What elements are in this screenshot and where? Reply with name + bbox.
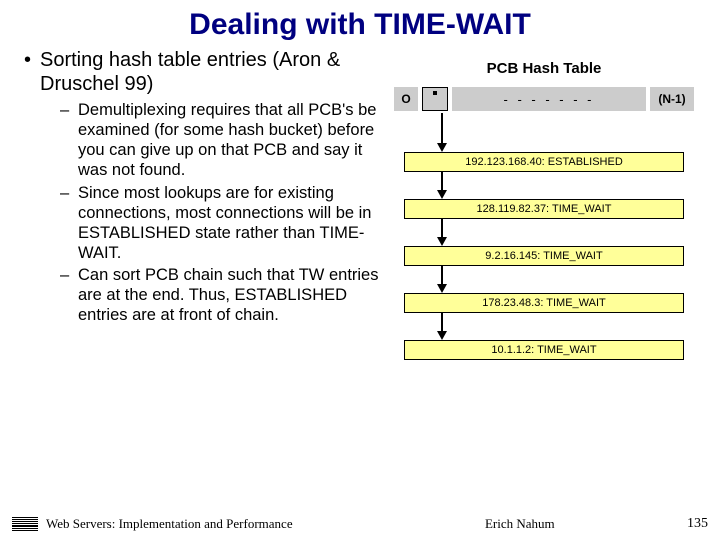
hash-ellipsis: - - - - - - - [452,87,646,111]
arrow-down-icon [441,266,443,293]
hash-bucket-marker [422,87,448,111]
pcb-entry: 192.123.168.40: ESTABLISHED [404,152,684,172]
arrow-down-icon [441,219,443,246]
hash-indices-row: O - - - - - - - (N-1) [394,87,694,111]
slide-content: Sorting hash table entries (Aron & Drusc… [0,48,720,360]
hash-index-last: (N-1) [650,87,694,111]
pcb-entry: 128.119.82.37: TIME_WAIT [404,199,684,219]
main-bullet: Sorting hash table entries (Aron & Drusc… [24,48,388,96]
footer-left-text: Web Servers: Implementation and Performa… [46,516,293,532]
right-column: PCB Hash Table O - - - - - - - (N-1) 192… [394,48,694,360]
left-column: Sorting hash table entries (Aron & Drusc… [24,48,394,360]
slide-title: Dealing with TIME-WAIT [0,0,720,48]
pcb-entry: 178.23.48.3: TIME_WAIT [404,293,684,313]
sub-bullet: Since most lookups are for existing conn… [60,183,388,264]
arrow-down-icon [441,113,443,152]
sub-bullet: Demultiplexing requires that all PCB's b… [60,100,388,181]
sub-bullet-list: Demultiplexing requires that all PCB's b… [24,100,388,325]
slide-footer: Web Servers: Implementation and Performa… [0,516,720,532]
footer-center-text: Erich Nahum [293,516,687,532]
sub-bullet: Can sort PCB chain such that TW entries … [60,265,388,325]
diagram-title: PCB Hash Table [394,60,694,77]
pcb-entry: 10.1.1.2: TIME_WAIT [404,340,684,360]
arrow-down-icon [441,313,443,340]
slide-number: 135 [687,516,708,532]
arrow-down-icon [441,172,443,199]
hash-index-first: O [394,87,418,111]
pcb-entry: 9.2.16.145: TIME_WAIT [404,246,684,266]
ibm-logo-icon [12,517,38,531]
